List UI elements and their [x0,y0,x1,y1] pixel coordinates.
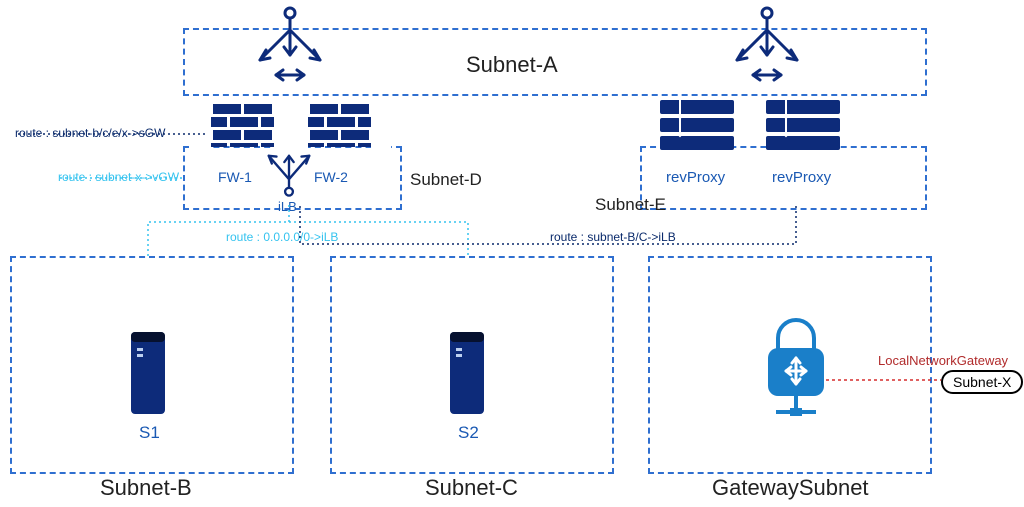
server-s1-icon [131,332,165,414]
firewall-1-icon [193,102,294,152]
load-balancer-top-left-icon [260,8,320,80]
server-s2-icon [450,332,484,414]
load-balancer-top-right-icon [737,8,797,80]
ilb-icon [269,156,310,196]
revproxy-2-icon [766,100,840,150]
firewall-2-icon [290,102,391,152]
diagram-svg [0,0,1024,507]
vpn-gateway-icon [768,320,824,416]
revproxy-1-icon [660,100,734,150]
